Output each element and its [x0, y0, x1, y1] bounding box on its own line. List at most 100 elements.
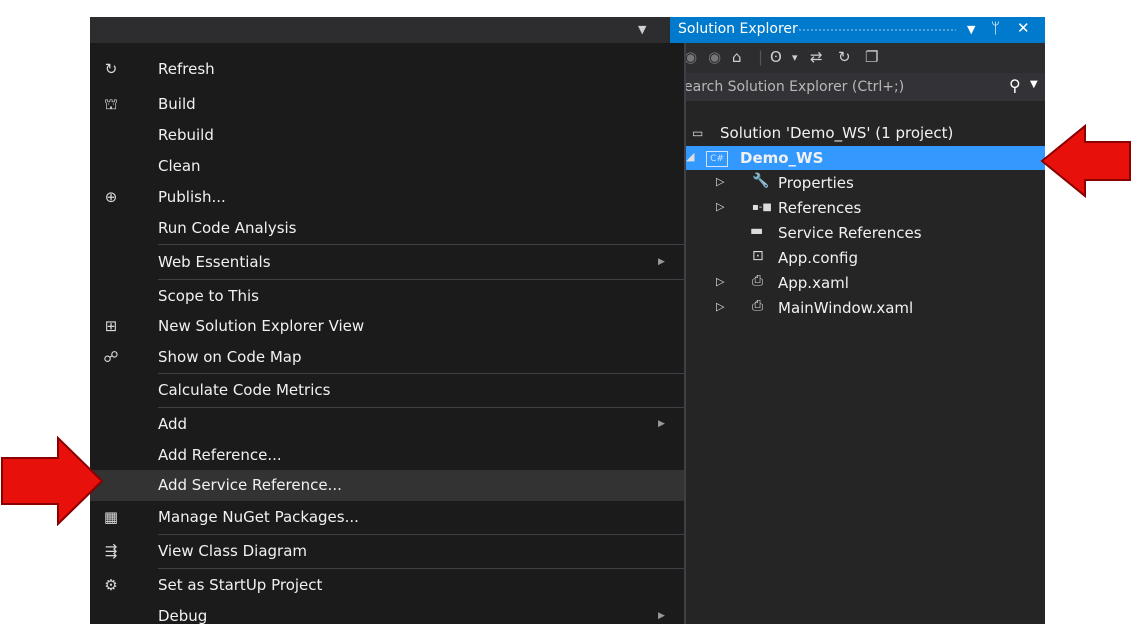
solution-icon: ▭	[692, 126, 704, 140]
menu-item-add[interactable]: Add ▶	[90, 409, 684, 440]
menu-separator	[158, 244, 684, 245]
history-icon[interactable]: ʘ	[770, 48, 782, 66]
menu-item-set-as-startup-project[interactable]: ⚙ Set as StartUp Project	[90, 570, 684, 601]
menu-item-scope-to-this[interactable]: Scope to This	[90, 281, 684, 312]
search-input[interactable]: earch Solution Explorer (Ctrl+;)	[684, 79, 904, 95]
submenu-arrow-icon: ▶	[658, 257, 665, 267]
tree-item-label: Properties	[778, 174, 854, 192]
menu-item-build[interactable]: ⛫ Build	[90, 89, 684, 120]
menu-item-label: Refresh	[158, 60, 215, 78]
menu-item-label: Publish...	[158, 188, 226, 206]
menu-item-add-service-reference[interactable]: Add Service Reference...	[90, 470, 684, 501]
menu-item-clean[interactable]: Clean	[90, 151, 684, 182]
menu-item-label: Add Reference...	[158, 446, 282, 464]
menu-separator	[158, 568, 684, 569]
build-icon: ⛫	[104, 95, 118, 113]
menu-item-publish[interactable]: ⊕ Publish...	[90, 182, 684, 213]
menu-item-label: Build	[158, 95, 196, 113]
menu-item-manage-nuget-packages[interactable]: ▦ Manage NuGet Packages...	[90, 502, 684, 533]
xaml-file-icon: ⎙	[752, 273, 764, 289]
publish-icon: ⊕	[104, 188, 118, 206]
tree-item-service-references[interactable]: ▬ Service References	[670, 221, 1045, 245]
pin-icon[interactable]: ᛘ	[991, 19, 1000, 37]
sync-icon[interactable]: ⇄	[810, 48, 823, 66]
window-position-dropdown-icon[interactable]: ▼	[967, 23, 975, 36]
tree-item-label: Solution 'Demo_WS' (1 project)	[720, 124, 954, 142]
tree-item-label: Service References	[778, 224, 922, 242]
context-menu-border	[684, 43, 686, 624]
menu-item-label: Add	[158, 415, 188, 433]
menu-item-label: Scope to This	[158, 287, 259, 305]
menu-item-calculate-code-metrics[interactable]: Calculate Code Metrics	[90, 375, 684, 406]
folder-icon: ▬	[750, 223, 764, 239]
menu-item-label: Run Code Analysis	[158, 219, 297, 237]
menu-item-show-on-code-map[interactable]: ☍ Show on Code Map	[90, 342, 684, 373]
tree-item-app-config[interactable]: ⊡ App.config	[670, 246, 1045, 270]
tree-item-mainwindow-xaml[interactable]: ▷ ⎙ MainWindow.xaml	[670, 296, 1045, 320]
submenu-arrow-icon: ▶	[658, 419, 665, 429]
solution-explorer-toolbar: ◉ ◉ ⌂ | ʘ ▾ ⇄ ↻ ❐	[670, 43, 1045, 73]
solution-explorer-search[interactable]: earch Solution Explorer (Ctrl+;) ⚲ ▼	[670, 73, 1045, 101]
menu-item-new-solution-explorer-view[interactable]: ⊞ New Solution Explorer View	[90, 311, 684, 342]
project-context-menu: ↻ Refresh ⛫ Build Rebuild Clean ⊕ Publis…	[90, 43, 686, 624]
toolbar-divider: |	[758, 48, 764, 66]
tree-item-properties[interactable]: ▷ 🔧 Properties	[670, 171, 1045, 195]
collapse-icon[interactable]: ❐	[865, 48, 878, 66]
submenu-arrow-icon: ▶	[658, 611, 665, 621]
visual-studio-window: ▼ Solution Explorer ▼ ᛘ ✕ ◉ ◉ ⌂ | ʘ ▾ ⇄ …	[90, 17, 1045, 624]
menu-item-label: Set as StartUp Project	[158, 576, 323, 594]
tree-item-label: Demo_WS	[740, 149, 824, 167]
search-icon[interactable]: ⚲	[1009, 76, 1021, 95]
dropdown-icon[interactable]: ▾	[792, 51, 798, 64]
xaml-file-icon: ⎙	[752, 298, 764, 314]
menu-item-add-reference[interactable]: Add Reference...	[90, 440, 684, 471]
refresh-icon[interactable]: ↻	[838, 48, 851, 66]
menu-item-view-class-diagram[interactable]: ⇶ View Class Diagram	[90, 536, 684, 567]
menu-item-label: Clean	[158, 157, 201, 175]
menu-item-label: Rebuild	[158, 126, 214, 144]
solution-explorer-title: Solution Explorer	[678, 21, 798, 37]
tree-item-solution[interactable]: ▭ Solution 'Demo_WS' (1 project)	[670, 121, 1045, 145]
csharp-project-icon: C#	[706, 149, 728, 167]
menu-item-run-code-analysis[interactable]: Run Code Analysis	[90, 213, 684, 244]
new-view-icon: ⊞	[104, 317, 118, 335]
refresh-icon: ↻	[104, 60, 118, 78]
menu-item-refresh[interactable]: ↻ Refresh	[90, 54, 684, 85]
menu-item-rebuild[interactable]: Rebuild	[90, 120, 684, 151]
gear-icon: ⚙	[104, 576, 118, 594]
expand-arrow-icon[interactable]: ▷	[716, 300, 724, 313]
code-map-icon: ☍	[103, 348, 119, 366]
tree-item-label: MainWindow.xaml	[778, 299, 914, 317]
menu-item-debug[interactable]: Debug ▶	[90, 601, 684, 624]
menu-item-label: Debug	[158, 607, 208, 624]
home-icon[interactable]: ⌂	[732, 48, 742, 66]
tree-item-label: App.xaml	[778, 274, 849, 292]
tab-dropdown-icon[interactable]: ▼	[638, 23, 646, 36]
class-diagram-icon: ⇶	[104, 542, 118, 560]
menu-separator	[158, 407, 684, 408]
collapse-arrow-icon[interactable]: ◢	[686, 150, 694, 163]
search-options-icon[interactable]: ▼	[1030, 79, 1038, 90]
menu-item-web-essentials[interactable]: Web Essentials ▶	[90, 247, 684, 278]
menu-separator	[158, 373, 684, 374]
wrench-icon: 🔧	[752, 173, 770, 189]
tree-item-demo-ws[interactable]: ◢ C# Demo_WS	[670, 146, 1045, 170]
menu-item-label: Calculate Code Metrics	[158, 381, 331, 399]
tree-item-references[interactable]: ▷ ▪-■ References	[670, 196, 1045, 220]
close-icon[interactable]: ✕	[1017, 19, 1030, 37]
menu-item-label: New Solution Explorer View	[158, 317, 365, 335]
menu-item-label: View Class Diagram	[158, 542, 307, 560]
expand-arrow-icon[interactable]: ▷	[716, 200, 724, 213]
expand-arrow-icon[interactable]: ▷	[716, 275, 724, 288]
tree-item-app-xaml[interactable]: ▷ ⎙ App.xaml	[670, 271, 1045, 295]
title-grip[interactable]	[798, 28, 956, 33]
left-annotation-arrow-icon	[1, 436, 104, 526]
references-icon: ▪-■	[752, 202, 772, 213]
solution-explorer-title-bar: Solution Explorer ▼ ᛘ ✕	[670, 17, 1045, 43]
forward-icon[interactable]: ◉	[708, 48, 721, 66]
solution-explorer-panel: Solution Explorer ▼ ᛘ ✕ ◉ ◉ ⌂ | ʘ ▾ ⇄ ↻ …	[670, 17, 1045, 624]
tree-item-label: References	[778, 199, 862, 217]
expand-arrow-icon[interactable]: ▷	[716, 175, 724, 188]
tree-item-label: App.config	[778, 249, 858, 267]
menu-separator	[158, 534, 684, 535]
